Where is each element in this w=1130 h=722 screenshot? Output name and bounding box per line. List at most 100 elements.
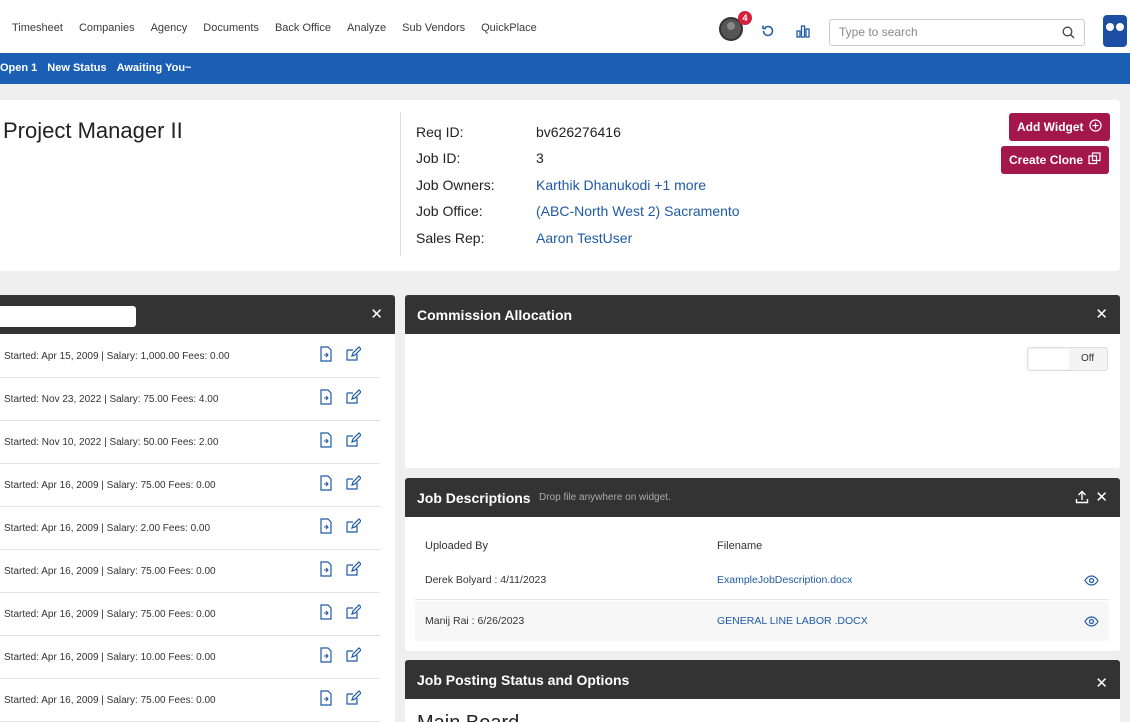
- list-item-text: Started: Apr 16, 2009 | Salary: 75.00 Fe…: [4, 695, 216, 706]
- eye-icon[interactable]: [1084, 614, 1099, 632]
- placements-widget: ✕ Started: Apr 15, 2009 | Salary: 1,000.…: [0, 295, 395, 722]
- list-item: Started: Apr 16, 2009 | Salary: 75.00 Fe…: [0, 593, 380, 636]
- field-label: Sales Rep:: [416, 230, 485, 246]
- document-icon[interactable]: [319, 561, 333, 582]
- page-title: Project Manager II: [3, 118, 183, 143]
- close-icon[interactable]: ✕: [1095, 307, 1108, 322]
- top-navigation: Timesheet Companies Agency Documents Bac…: [0, 0, 1130, 53]
- uploaded-by: Derek Bolyard : 4/11/2023: [425, 574, 547, 586]
- widget-subtitle: Drop file anywhere on widget.: [539, 492, 671, 503]
- field-label: Job Office:: [416, 203, 483, 219]
- edit-icon[interactable]: [345, 690, 362, 711]
- document-icon[interactable]: [319, 604, 333, 625]
- list-item-text: Started: Nov 10, 2022 | Salary: 50.00 Fe…: [4, 437, 219, 448]
- document-icon[interactable]: [319, 432, 333, 453]
- nav-link-analyze[interactable]: Analyze: [347, 22, 386, 34]
- plus-circle-icon: [1088, 119, 1102, 135]
- widget-header: ✕: [0, 295, 395, 334]
- document-icon[interactable]: [319, 475, 333, 496]
- widget-search-input[interactable]: [0, 306, 136, 327]
- list-item: Started: Apr 15, 2009 | Salary: 1,000.00…: [0, 335, 380, 378]
- edit-icon[interactable]: [345, 518, 362, 539]
- filename-link[interactable]: GENERAL LINE LABOR .DOCX: [717, 615, 868, 627]
- field-label: Req ID:: [416, 124, 464, 140]
- list-item-text: Started: Apr 16, 2009 | Salary: 75.00 Fe…: [4, 609, 216, 620]
- close-icon[interactable]: ✕: [1095, 490, 1108, 505]
- document-icon[interactable]: [319, 518, 333, 539]
- edit-icon[interactable]: [345, 346, 362, 367]
- field-value: bv626276416: [536, 124, 621, 140]
- document-icon[interactable]: [319, 647, 333, 668]
- job-posting-status-widget: Job Posting Status and Options ✕ Main Bo…: [405, 660, 1120, 722]
- search-icon[interactable]: [1062, 26, 1075, 44]
- eye-icon[interactable]: [1084, 573, 1099, 591]
- list-item-text: Started: Apr 15, 2009 | Salary: 1,000.00…: [4, 351, 230, 362]
- list-item-text: Started: Apr 16, 2009 | Salary: 75.00 Fe…: [4, 566, 216, 577]
- nav-link-companies[interactable]: Companies: [79, 22, 135, 34]
- nav-link-agency[interactable]: Agency: [151, 22, 188, 34]
- list-item: Started: Nov 10, 2022 | Salary: 50.00 Fe…: [0, 421, 380, 464]
- document-icon[interactable]: [319, 346, 333, 367]
- list-item: Started: Apr 16, 2009 | Salary: 10.00 Fe…: [0, 636, 380, 679]
- search-input[interactable]: [830, 20, 1050, 44]
- analytics-chart-icon[interactable]: [795, 23, 811, 44]
- nav-link-quickplace[interactable]: QuickPlace: [481, 22, 537, 34]
- divider: [400, 112, 401, 256]
- nav-link-sub-vendors[interactable]: Sub Vendors: [402, 22, 465, 34]
- status-open[interactable]: Open 1: [0, 62, 37, 74]
- widget-header: Job Descriptions Drop file anywhere on w…: [405, 478, 1120, 517]
- job-office-link[interactable]: (ABC-North West 2) Sacramento: [536, 203, 740, 219]
- copy-icon: [1088, 152, 1101, 168]
- edit-icon[interactable]: [345, 389, 362, 410]
- close-icon[interactable]: ✕: [1095, 676, 1108, 691]
- document-icon[interactable]: [319, 690, 333, 711]
- status-awaiting[interactable]: Awaiting You~: [117, 62, 192, 74]
- nav-link-timesheet[interactable]: Timesheet: [12, 22, 63, 34]
- refresh-icon[interactable]: [760, 23, 776, 44]
- widget-title: Job Descriptions: [417, 490, 531, 506]
- uploaded-by: Manij Rai : 6/26/2023: [425, 615, 525, 627]
- create-clone-button[interactable]: Create Clone: [1001, 146, 1110, 174]
- edit-icon[interactable]: [345, 561, 362, 582]
- list-item-text: Started: Apr 16, 2009 | Salary: 10.00 Fe…: [4, 652, 216, 663]
- list-item: Started: Apr 16, 2009 | Salary: 75.00 Fe…: [0, 464, 380, 507]
- edit-icon[interactable]: [345, 647, 362, 668]
- widget-header: Job Posting Status and Options ✕: [405, 660, 1120, 699]
- notification-badge: 4: [738, 11, 752, 25]
- edit-icon[interactable]: [345, 604, 362, 625]
- create-clone-label: Create Clone: [1009, 153, 1084, 167]
- upload-icon[interactable]: [1075, 490, 1089, 509]
- widget-header: Commission Allocation ✕: [405, 295, 1120, 334]
- nav-link-documents[interactable]: Documents: [203, 22, 259, 34]
- list-item-text: Started: Nov 23, 2022 | Salary: 75.00 Fe…: [4, 394, 219, 405]
- toggle-label: Off: [1081, 353, 1095, 364]
- edit-icon[interactable]: [345, 432, 362, 453]
- column-header-uploaded-by: Uploaded By: [425, 540, 488, 552]
- owl-logo-icon[interactable]: [1103, 15, 1127, 47]
- nav-links: Timesheet Companies Agency Documents Bac…: [12, 22, 553, 34]
- status-new[interactable]: New Status: [47, 62, 106, 74]
- sales-rep-link[interactable]: Aaron TestUser: [536, 230, 632, 246]
- list-item: Started: Apr 16, 2009 | Salary: 75.00 Fe…: [0, 550, 380, 593]
- list-item-text: Started: Apr 16, 2009 | Salary: 2.00 Fee…: [4, 523, 211, 534]
- close-icon[interactable]: ✕: [370, 307, 383, 322]
- status-bar: Open 1 New Status Awaiting You~: [0, 53, 1130, 84]
- commission-toggle[interactable]: Off: [1027, 347, 1108, 371]
- job-header-card: Project Manager II Req ID: bv626276416 J…: [0, 100, 1120, 271]
- document-icon[interactable]: [319, 389, 333, 410]
- nav-link-back-office[interactable]: Back Office: [275, 22, 331, 34]
- global-search: [829, 19, 1085, 46]
- filename-link[interactable]: ExampleJobDescription.docx: [717, 574, 852, 586]
- toggle-knob: [1029, 349, 1069, 369]
- job-owners-link[interactable]: Karthik Dhanukodi +1 more: [536, 177, 706, 193]
- field-label: Job Owners:: [416, 177, 495, 193]
- table-row: Derek Bolyard : 4/11/2023 ExampleJobDesc…: [415, 560, 1109, 600]
- list-item: Started: Nov 23, 2022 | Salary: 75.00 Fe…: [0, 378, 380, 421]
- list-item-text: Started: Apr 16, 2009 | Salary: 75.00 Fe…: [4, 480, 216, 491]
- section-heading: Main Board: [417, 712, 519, 722]
- list-item: Started: Apr 16, 2009 | Salary: 75.00 Fe…: [0, 679, 380, 722]
- add-widget-button[interactable]: Add Widget: [1009, 113, 1110, 141]
- job-descriptions-widget: Job Descriptions Drop file anywhere on w…: [405, 478, 1120, 651]
- edit-icon[interactable]: [345, 475, 362, 496]
- commission-allocation-widget: Commission Allocation ✕ Off: [405, 295, 1120, 468]
